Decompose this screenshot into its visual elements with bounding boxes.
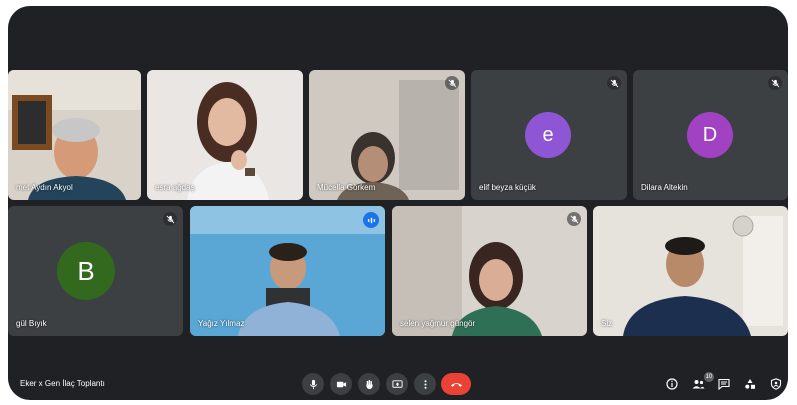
muted-mic-icon — [445, 76, 459, 90]
host-controls-icon[interactable] — [768, 376, 784, 392]
meeting-title: Eker x Gen İlaç Toplantı — [20, 379, 105, 388]
participant-tile-p1[interactable]: met Aydın Akyol — [8, 70, 141, 200]
participant-tile-p8[interactable]: selen yağmur güngör — [392, 206, 587, 336]
participant-count-badge: 10 — [704, 372, 714, 382]
participant-tile-p9[interactable]: Siz — [593, 206, 788, 336]
participant-name: esra ağdaş — [155, 183, 195, 192]
participant-name: met Aydın Akyol — [16, 183, 73, 192]
participant-name: gül Bıyık — [16, 319, 47, 328]
participant-video — [392, 206, 587, 336]
participant-avatar: B — [57, 242, 115, 300]
raise-hand-button[interactable] — [358, 373, 380, 395]
microphone-button[interactable] — [302, 373, 324, 395]
end-call-button[interactable] — [441, 373, 471, 395]
raise-hand-icon — [365, 379, 373, 389]
camera-button[interactable] — [330, 373, 352, 395]
participant-avatar: e — [525, 112, 571, 158]
camera-icon — [336, 381, 346, 387]
participant-tile-p5[interactable]: D Dilara Altekin — [633, 70, 788, 200]
microphone-icon — [309, 379, 317, 389]
chat-icon[interactable] — [716, 376, 732, 392]
participant-video — [147, 70, 303, 200]
meeting-window: met Aydın Akyol esra ağdaş Mücella Görke… — [8, 6, 788, 400]
participant-name: selen yağmur güngör — [400, 319, 476, 328]
more-options-button[interactable] — [414, 373, 436, 395]
participant-name: Yağız Yılmaz — [198, 319, 245, 328]
muted-mic-icon — [768, 76, 782, 90]
participant-avatar: D — [687, 112, 733, 158]
muted-mic-icon — [607, 76, 621, 90]
participant-tile-p4[interactable]: e elif beyza küçük — [471, 70, 627, 200]
participant-video — [593, 206, 788, 336]
participant-name: Dilara Altekin — [641, 183, 688, 192]
participant-name: Mücella Görkem — [317, 183, 376, 192]
activities-icon[interactable] — [742, 376, 758, 392]
present-screen-button[interactable] — [386, 373, 408, 395]
participant-tile-p2[interactable]: esra ağdaş — [147, 70, 303, 200]
participant-name: elif beyza küçük — [479, 183, 536, 192]
muted-mic-icon — [567, 212, 581, 226]
participant-video — [8, 70, 141, 200]
speaking-indicator-icon — [363, 212, 379, 228]
muted-mic-icon — [163, 212, 177, 226]
participant-tile-p3[interactable]: Mücella Görkem — [309, 70, 465, 200]
participant-tile-p6[interactable]: B gül Bıyık — [8, 206, 183, 336]
participant-name: Siz — [601, 319, 613, 328]
participant-video — [190, 206, 385, 336]
info-icon[interactable] — [664, 376, 680, 392]
present-screen-icon — [391, 379, 403, 388]
participant-tile-p7[interactable]: Yağız Yılmaz — [190, 206, 385, 336]
end-call-icon — [450, 382, 462, 387]
more-options-icon — [423, 379, 427, 389]
participant-video — [309, 70, 465, 200]
